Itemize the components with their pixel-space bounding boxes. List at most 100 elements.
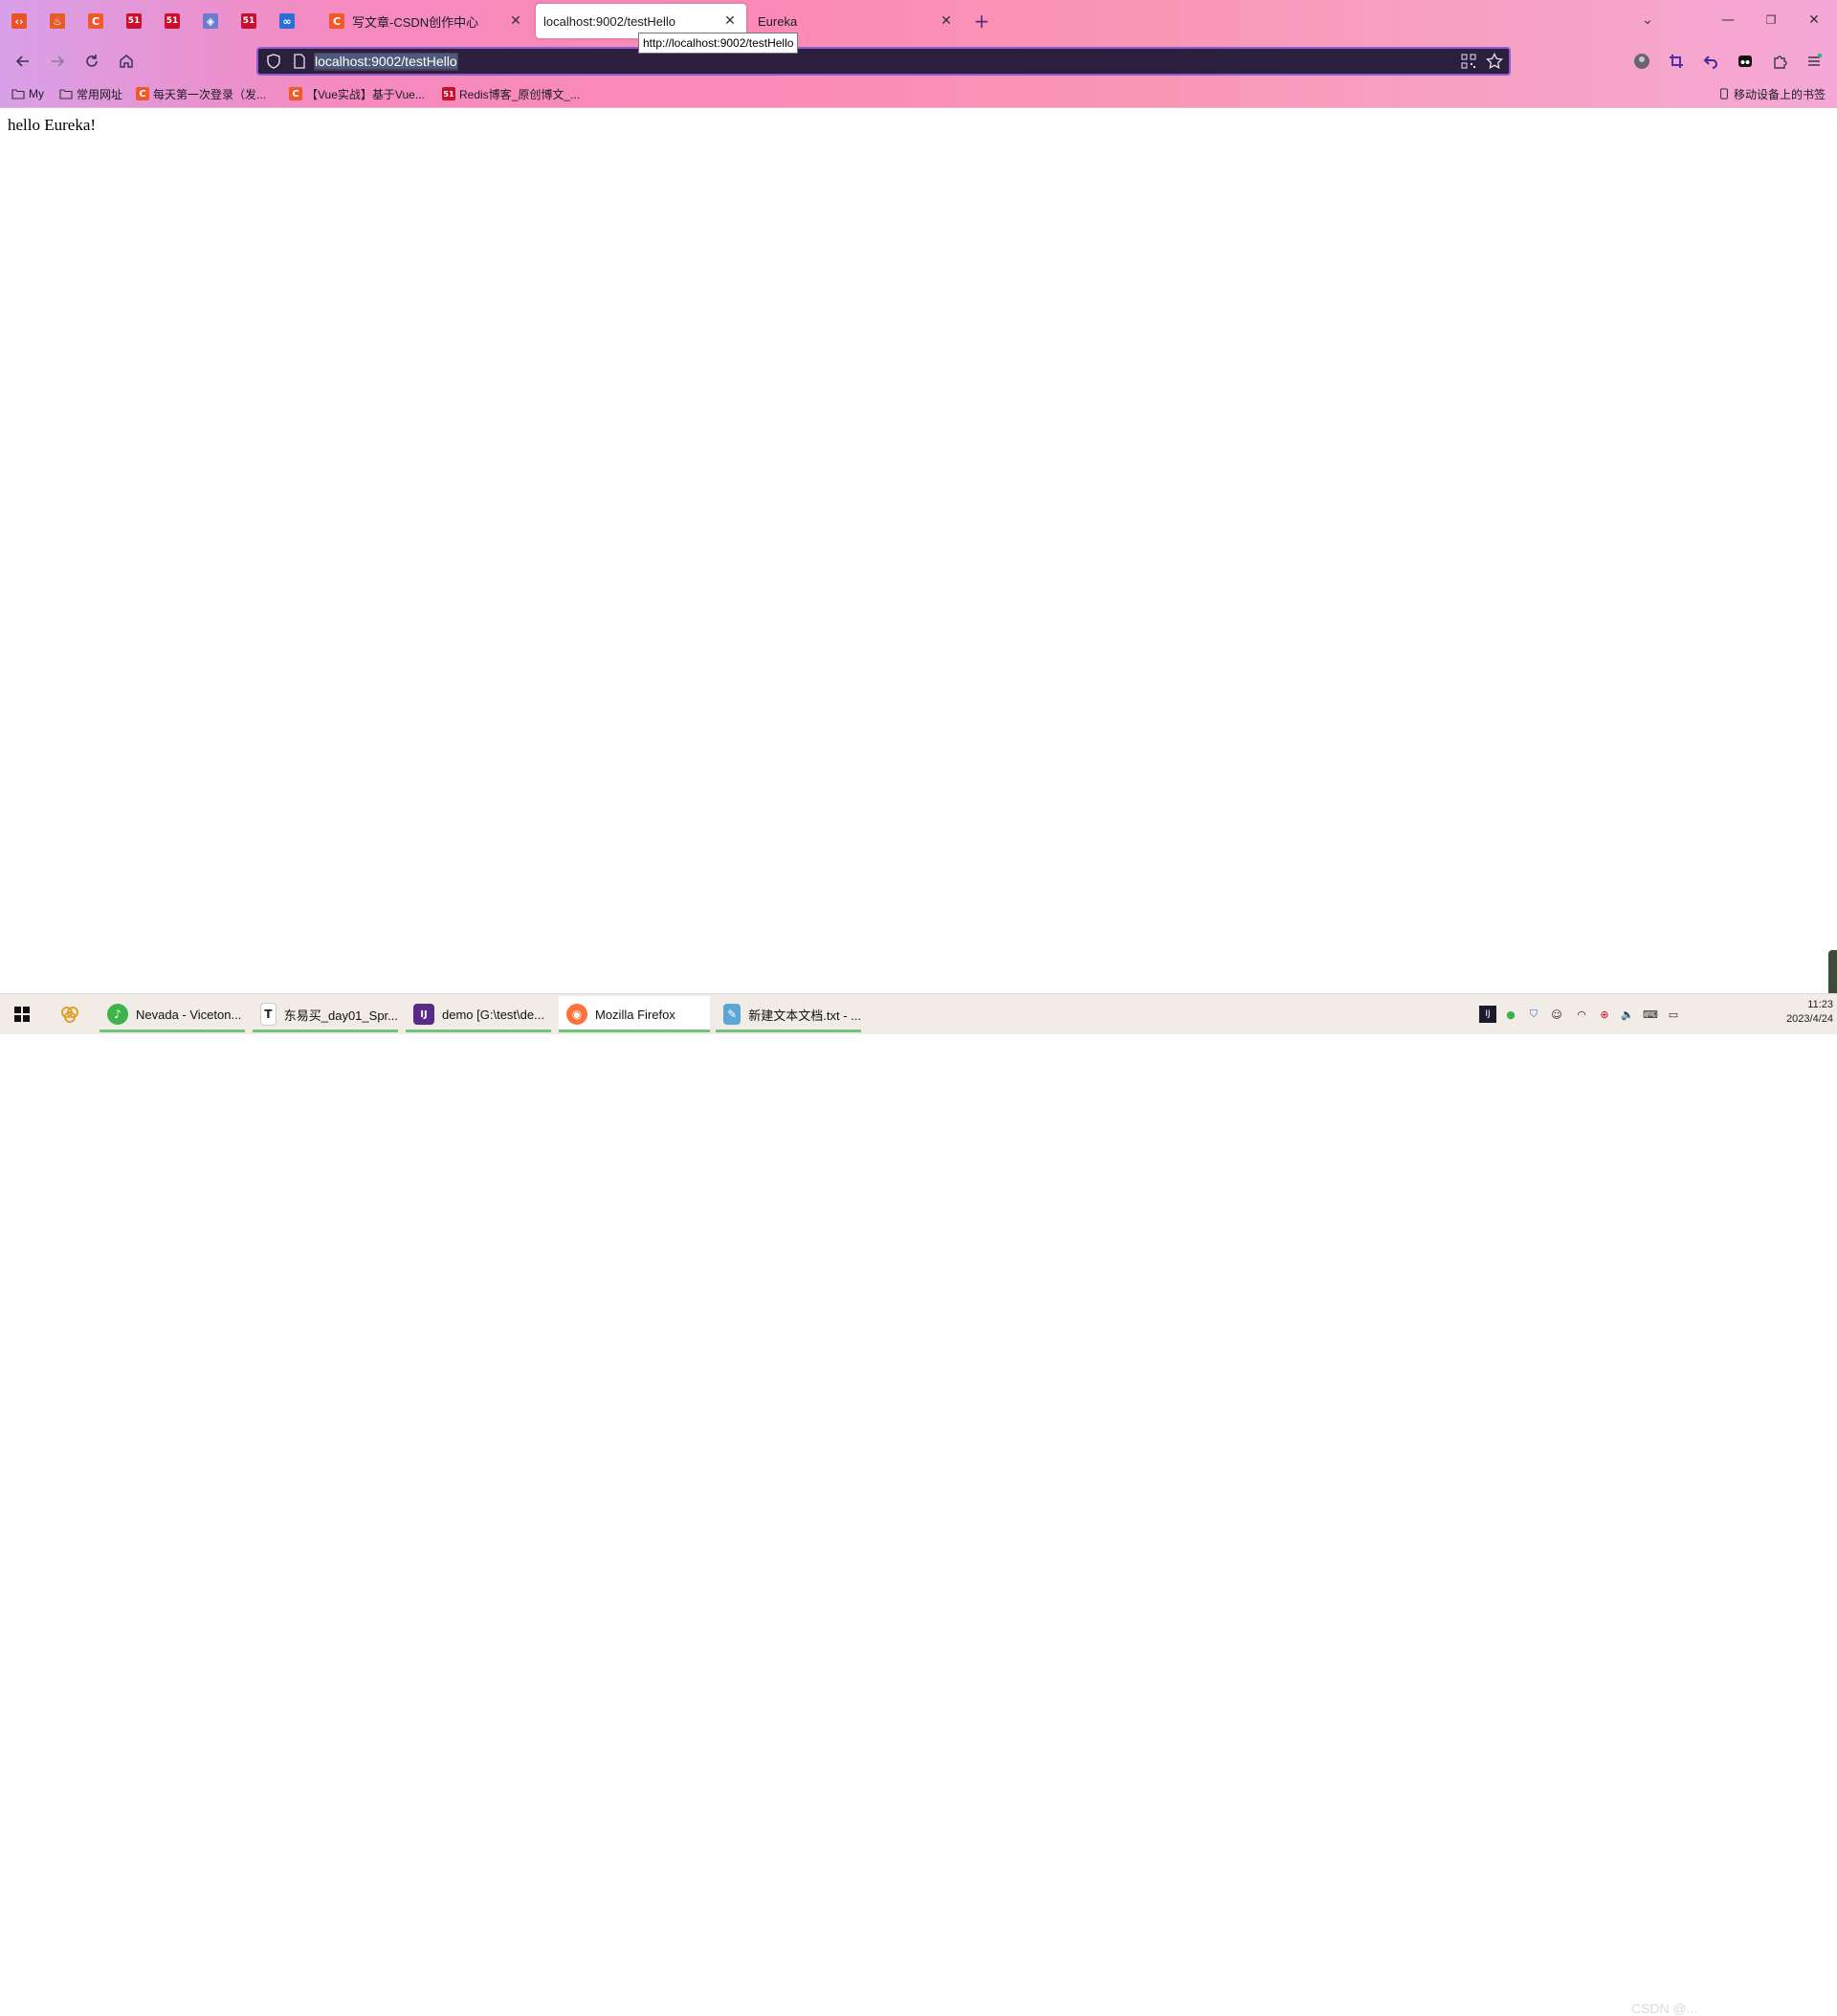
51cto-icon: 51: [165, 13, 180, 29]
tray-battery-icon[interactable]: ▭: [1665, 1006, 1682, 1023]
page-info-icon[interactable]: [293, 54, 306, 69]
reload-button[interactable]: [78, 48, 105, 75]
window-close-button[interactable]: ✕: [1795, 6, 1833, 34]
pinned-tab[interactable]: ♨: [44, 10, 71, 33]
code-bracket-icon: ‹›: [11, 13, 27, 29]
tray-shield-icon[interactable]: ⛉: [1525, 1006, 1542, 1023]
home-button[interactable]: [113, 48, 140, 75]
flower-icon: [61, 1007, 78, 1023]
system-clock[interactable]: 11:23 2023/4/24: [1760, 998, 1833, 1027]
watermark: CSDN @...: [1631, 2001, 1698, 2016]
typora-icon: T: [260, 1003, 277, 1026]
tray-input-method-icon[interactable]: ⌨: [1642, 1006, 1659, 1023]
bookmark-folder-my[interactable]: My: [11, 84, 44, 103]
taskbar-app-typora[interactable]: T 东易买_day01_Spr...: [253, 996, 398, 1032]
tray-qq-icon[interactable]: ☺: [1548, 1006, 1565, 1023]
bookmark-redis-blog[interactable]: 51 Redis博客_原创博文_...: [442, 84, 580, 103]
pinned-app[interactable]: [57, 1002, 82, 1027]
back-button[interactable]: [10, 48, 36, 75]
bookmark-daily-login[interactable]: C 每天第一次登录（发...: [136, 84, 266, 103]
running-indicator: [253, 1030, 398, 1032]
taskbar-app-label: demo [G:\test\de...: [442, 1007, 544, 1022]
account-button[interactable]: [1628, 48, 1655, 75]
close-tab-icon[interactable]: ✕: [505, 11, 526, 32]
close-tab-icon[interactable]: ✕: [936, 11, 957, 32]
taskbar-app-idea[interactable]: IJ demo [G:\test\de...: [406, 996, 551, 1032]
pinned-tab[interactable]: ◈: [197, 10, 224, 33]
pinned-tab[interactable]: ‹›: [6, 10, 33, 33]
extensions-button[interactable]: [1766, 48, 1793, 75]
taskbar-app-label: Mozilla Firefox: [595, 1007, 675, 1022]
51cto-icon: 51: [241, 13, 256, 29]
csdn-c-icon: C: [289, 87, 302, 100]
qr-code-icon[interactable]: [1461, 54, 1476, 69]
taskbar-app-firefox[interactable]: ◉ Mozilla Firefox: [559, 996, 710, 1032]
taskbar-app-music[interactable]: ♪ Nevada - Viceton...: [100, 996, 245, 1032]
hamburger-menu-icon: [1808, 53, 1823, 66]
undo-close-button[interactable]: [1697, 48, 1724, 75]
bookmark-label: My: [29, 87, 44, 100]
folder-icon: [11, 89, 25, 100]
pinned-tab[interactable]: ∞: [274, 10, 300, 33]
account-avatar-icon: [1634, 54, 1649, 69]
browser-chrome: ‹› ♨ C 51 51 ◈ 51 ∞ C 写文章-CSDN创作中心 ✕ loc…: [0, 0, 1837, 108]
reload-icon: [86, 55, 98, 67]
bookmark-star-icon[interactable]: [1486, 53, 1503, 70]
mobile-device-icon: [1720, 88, 1728, 100]
bookmark-vue-practice[interactable]: C 【Vue实战】基于Vue...: [289, 84, 425, 103]
tray-volume-icon[interactable]: 🔈: [1619, 1006, 1636, 1023]
bookmark-label: 每天第一次登录（发...: [153, 87, 267, 101]
minimize-button[interactable]: —: [1709, 6, 1747, 34]
bookmarks-toolbar: My 常用网址 C 每天第一次登录（发... C 【Vue实战】基于Vue...…: [0, 80, 1837, 108]
url-tooltip: http://localhost:9002/testHello: [638, 33, 799, 54]
pinned-tab[interactable]: 51: [121, 10, 147, 33]
undo-arrow-icon: [1703, 55, 1717, 69]
restore-button[interactable]: ❐: [1752, 6, 1790, 34]
tab-list-button[interactable]: ⌄: [1628, 6, 1667, 34]
start-button[interactable]: [10, 1002, 34, 1027]
page-body-text: hello Eureka!: [8, 116, 97, 134]
clock-date: 2023/4/24: [1786, 1013, 1833, 1025]
bookmark-label: 【Vue实战】基于Vue...: [306, 87, 425, 101]
taskbar-app-notepad[interactable]: ✎ 新建文本文档.txt - ...: [716, 996, 861, 1032]
music-player-icon: ♪: [107, 1004, 128, 1025]
home-icon: [120, 55, 133, 68]
crop-screenshot-button[interactable]: [1663, 48, 1690, 75]
tray-wifi-icon[interactable]: ◠: [1573, 1006, 1590, 1023]
mobile-bookmarks[interactable]: 移动设备上的书签: [1718, 84, 1826, 103]
forward-button[interactable]: [44, 48, 71, 75]
bookmark-folder-common[interactable]: 常用网址: [59, 84, 122, 103]
tab-csdn-editor[interactable]: C 写文章-CSDN创作中心 ✕: [320, 4, 532, 38]
running-indicator: [559, 1030, 710, 1032]
address-bar[interactable]: localhost:9002/testHello: [256, 47, 1511, 76]
tab-title: 写文章-CSDN创作中心: [352, 14, 479, 30]
tab-title: Eureka: [758, 13, 798, 29]
flame-icon: ♨: [50, 13, 65, 29]
close-tab-icon[interactable]: ✕: [719, 11, 741, 32]
csdn-c-icon: C: [329, 13, 344, 29]
pinned-tab[interactable]: 51: [159, 10, 186, 33]
menu-button[interactable]: [1801, 48, 1827, 75]
csdn-c-icon: C: [136, 87, 149, 100]
running-indicator: [406, 1030, 551, 1032]
bookmark-label: Redis博客_原创博文_...: [459, 87, 581, 101]
tray-security-icon[interactable]: ⊕: [1596, 1006, 1613, 1023]
tray-music-icon[interactable]: ●: [1502, 1006, 1519, 1023]
extension-button[interactable]: [1732, 48, 1759, 75]
tray-idea-icon[interactable]: IJ: [1479, 1006, 1496, 1023]
tracking-shield-icon[interactable]: [266, 54, 281, 69]
51cto-icon: 51: [442, 87, 455, 100]
windows-logo-icon: [14, 1007, 30, 1022]
layers-icon: ◈: [203, 13, 218, 29]
url-text[interactable]: localhost:9002/testHello: [314, 53, 458, 71]
51cto-icon: 51: [126, 13, 142, 29]
csdn-c-icon: C: [88, 13, 103, 29]
taskbar-app-label: 东易买_day01_Spr...: [283, 1008, 398, 1023]
new-tab-button[interactable]: +: [970, 10, 993, 33]
tab-title: localhost:9002/testHello: [543, 13, 676, 29]
pinned-tab[interactable]: C: [82, 10, 109, 33]
bookmark-label: 常用网址: [77, 87, 123, 101]
pinned-tab[interactable]: 51: [235, 10, 262, 33]
running-indicator: [716, 1030, 861, 1032]
crop-icon: [1670, 55, 1683, 68]
